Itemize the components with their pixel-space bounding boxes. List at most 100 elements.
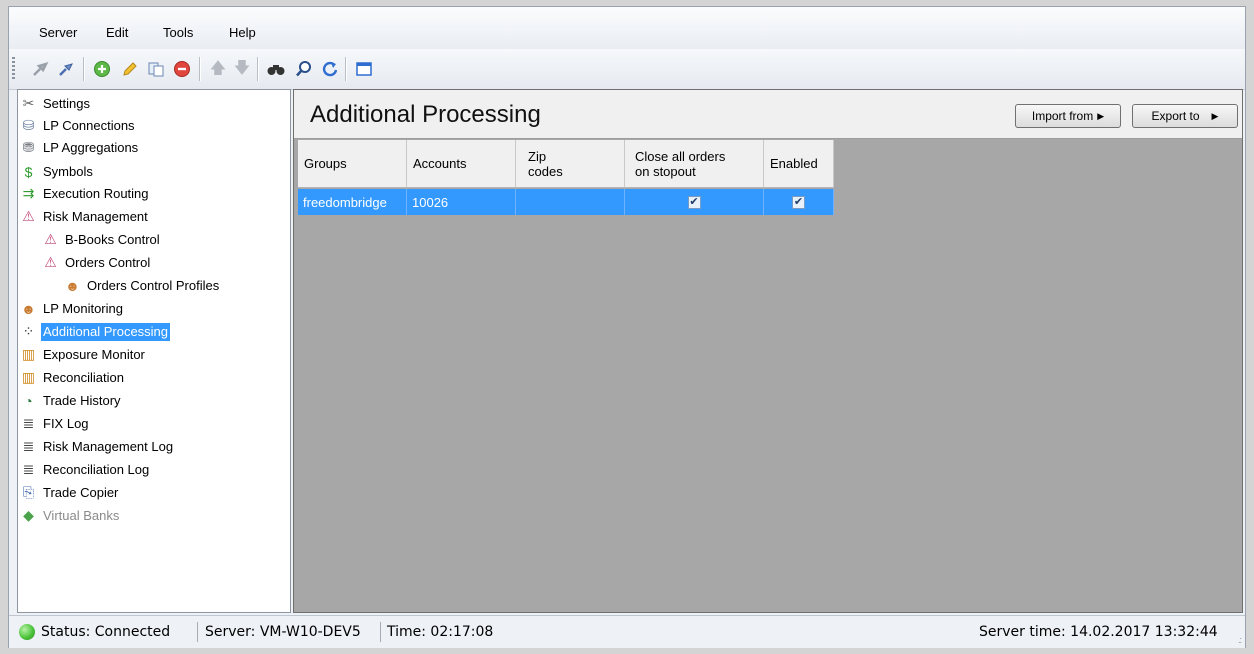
arrow-right-icon: ▶ [1097, 110, 1105, 121]
status-server: Server: VM-W10-DEV5 [205, 624, 361, 640]
arrow-right-icon: ▶ [1211, 110, 1219, 121]
menu-help[interactable]: Help [229, 25, 256, 40]
status-separator [197, 622, 198, 642]
tree-item-risk-management[interactable]: ⚠ Risk Management [20, 205, 150, 228]
move-up-icon[interactable]: 🡅 [207, 58, 229, 80]
status-separator [380, 622, 381, 642]
status-time: Time: 02:17:08 [387, 624, 494, 640]
exposure-monitor-icon: ▥ [21, 346, 36, 362]
cell-groups[interactable]: freedombridge [298, 189, 407, 215]
menu-tools[interactable]: Tools [163, 25, 193, 40]
page-title: Additional Processing [310, 101, 541, 128]
tree-item-virtual-banks[interactable]: ◆ Virtual Banks [20, 504, 121, 527]
lp-aggregations-icon: ⛃ [22, 139, 35, 155]
edit-icon[interactable] [119, 58, 141, 80]
close-all-orders-checkbox[interactable]: ✔ [687, 195, 701, 209]
tree-item-trade-copier[interactable]: ⎘ Trade Copier [20, 481, 120, 504]
status-bar: Status: Connected Server: VM-W10-DEV5 Ti… [9, 615, 1245, 648]
tree-item-label: Virtual Banks [43, 507, 120, 523]
cell-enabled[interactable]: ✔ [764, 189, 834, 215]
copy-icon[interactable] [145, 58, 167, 80]
export-to-button[interactable]: Export to ▶ [1132, 104, 1238, 128]
delete-icon[interactable] [171, 58, 193, 80]
tree-item-orders-control[interactable]: ⚠ Orders Control [42, 251, 152, 274]
tree-item-label: B-Books Control [65, 231, 160, 247]
tree-item-orders-control-profiles[interactable]: ☻ Orders Control Profiles [64, 274, 221, 297]
orders-control-icon: ⚠ [44, 254, 57, 270]
status-indicator-icon [19, 624, 35, 640]
main-window: Server Edit Tools Help 🡅 🡇 ✂ Settings ⛁ … [8, 6, 1246, 648]
tree-item-reconciliation[interactable]: ▥ Reconciliation [20, 366, 126, 389]
tree-item-reconciliation-log[interactable]: ≣ Reconciliation Log [20, 458, 151, 481]
tree-item-b-books-control[interactable]: ⚠ B-Books Control [42, 228, 162, 251]
add-icon[interactable] [91, 58, 113, 80]
processing-icon: ⁘ [22, 323, 35, 339]
tree-item-label: Risk Management [43, 208, 148, 224]
status-server-time: Server time: 14.02.2017 13:32:44 [979, 624, 1218, 640]
virtual-banks-icon: ◆ [23, 507, 34, 523]
panel-header: Additional Processing Import from ▶ Expo… [294, 90, 1242, 139]
tree-item-lp-connections[interactable]: ⛁ LP Connections [20, 114, 137, 137]
connect-icon[interactable] [29, 58, 51, 80]
status-connection: Status: Connected [41, 624, 171, 640]
column-header-zip-codes[interactable]: Zip codes [516, 140, 625, 188]
cell-zip-codes[interactable] [516, 189, 625, 215]
tree-item-fix-log[interactable]: ≣ FIX Log [20, 412, 91, 435]
execution-routing-icon: ⇉ [22, 185, 35, 201]
menu-edit[interactable]: Edit [106, 25, 128, 40]
tree-item-label: FIX Log [43, 415, 89, 431]
toolbar-separator [199, 57, 201, 81]
tree-item-exposure-monitor[interactable]: ▥ Exposure Monitor [20, 343, 147, 366]
toolbar-separator [345, 57, 347, 81]
tree-item-label: Risk Management Log [43, 438, 174, 454]
toolbar: 🡅 🡇 [9, 49, 1245, 90]
menu-server[interactable]: Server [39, 25, 77, 40]
tree-item-label: Reconciliation Log [43, 461, 150, 477]
tree-item-label: Trade History [43, 392, 121, 408]
navigation-tree: ✂ Settings ⛁ LP Connections ⛃ LP Aggregations… [17, 89, 291, 613]
tree-item-risk-management-log[interactable]: ≣ Risk Management Log [20, 435, 175, 458]
tree-item-additional-processing[interactable]: ⁘ Additional Processing [20, 320, 171, 343]
tree-item-lp-aggregations[interactable]: ⛃ LP Aggregations [20, 136, 140, 159]
menu-bar: Server Edit Tools Help [9, 7, 1245, 49]
tree-item-label: Orders Control [65, 254, 151, 270]
reconciliation-icon: ▥ [21, 369, 36, 385]
search-icon[interactable] [293, 58, 315, 80]
tree-item-lp-monitoring[interactable]: ☻ LP Monitoring [20, 297, 125, 320]
tree-item-label: LP Connections [43, 117, 135, 133]
enabled-checkbox[interactable]: ✔ [792, 195, 805, 209]
resize-grip-icon[interactable]: .: [1238, 635, 1242, 645]
toolbar-grip[interactable] [12, 57, 15, 81]
lp-connections-icon: ⛁ [22, 117, 35, 133]
tree-item-label: Reconciliation [43, 369, 124, 385]
disconnect-icon[interactable] [55, 58, 77, 80]
tree-item-symbols[interactable]: $ Symbols [20, 160, 95, 183]
cell-accounts[interactable]: 10026 [407, 189, 516, 215]
trade-copier-icon: ⎘ [22, 484, 35, 500]
tree-item-label: Symbols [43, 163, 93, 179]
cell-close-all-orders[interactable]: ✔ [625, 189, 764, 215]
tree-item-settings[interactable]: ✂ Settings [20, 92, 92, 115]
move-down-icon[interactable]: 🡇 [231, 58, 253, 80]
tree-item-trade-history[interactable]: ◔ Trade History [20, 389, 123, 412]
window-icon[interactable] [353, 58, 375, 80]
column-header-enabled[interactable]: Enabled [764, 140, 834, 188]
tree-item-label: LP Aggregations [43, 139, 139, 155]
toolbar-separator [257, 57, 259, 81]
refresh-icon[interactable] [319, 58, 341, 80]
tree-item-label: LP Monitoring [43, 300, 123, 316]
symbols-icon: $ [24, 163, 33, 180]
tree-item-label: Additional Processing [41, 322, 171, 341]
column-header-close-all-orders[interactable]: Close all orders on stopout [625, 140, 764, 188]
log-icon: ≣ [22, 415, 35, 431]
lp-monitoring-icon: ☻ [21, 300, 36, 317]
import-from-button[interactable]: Import from ▶ [1015, 104, 1121, 128]
tree-item-execution-routing[interactable]: ⇉ Execution Routing [20, 182, 151, 205]
settings-icon: ✂ [22, 95, 35, 111]
find-icon[interactable] [265, 58, 287, 80]
log-icon: ≣ [22, 438, 35, 454]
column-header-accounts[interactable]: Accounts [407, 140, 516, 188]
user-icon: ☻ [65, 277, 80, 294]
column-header-groups[interactable]: Groups [298, 140, 407, 188]
toolbar-separator [83, 57, 85, 81]
